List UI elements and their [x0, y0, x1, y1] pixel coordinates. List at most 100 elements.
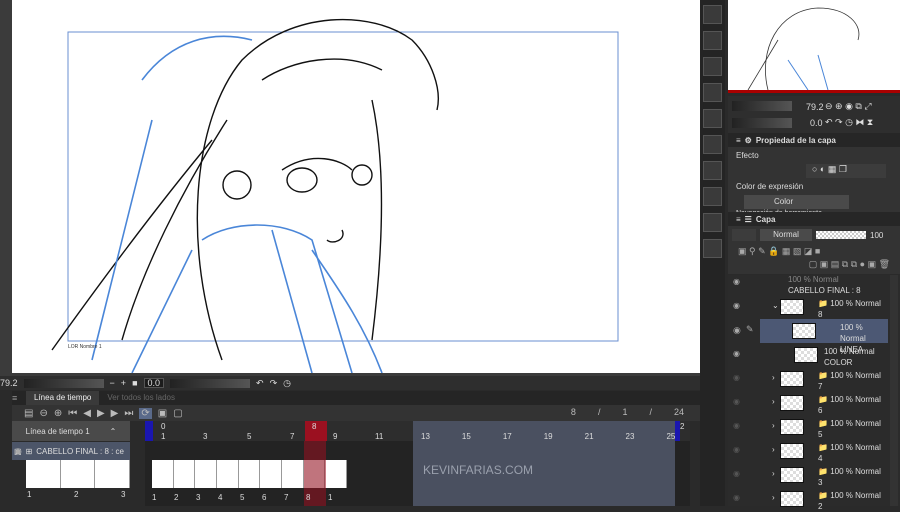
layer-row[interactable]: ◉ ⌄ 📁 100 % Normal 8 — [728, 295, 888, 319]
prev-frame-icon[interactable]: ◀ — [83, 408, 91, 419]
thumb-number: 1 — [27, 490, 32, 499]
zoom-out-timeline-icon[interactable]: ⊖ — [39, 408, 47, 419]
layer-name: 7 — [818, 382, 823, 391]
layer-type-toggle[interactable] — [732, 229, 756, 241]
layer-row[interactable]: ◉ › 📁 100 % Normal 7 — [728, 367, 888, 391]
layer-name: 8 — [818, 310, 823, 319]
navigator-zoom-value: 79.2 — [806, 102, 824, 112]
thumb-number: 2 — [74, 490, 79, 499]
layer-scrollbar[interactable] — [890, 275, 898, 506]
rotation-field[interactable]: 0.0 — [143, 378, 165, 388]
zoom-in-button[interactable]: + — [121, 378, 126, 388]
new-timeline-icon[interactable]: ▤ — [24, 408, 33, 419]
zoom-slider[interactable] — [23, 378, 104, 388]
panel-title: Capa — [755, 214, 776, 224]
menu-icon[interactable]: ≡ — [736, 136, 741, 145]
separator: / — [649, 407, 652, 417]
menu-icon[interactable]: ≡ — [736, 215, 741, 224]
layer-thumbnails — [26, 460, 131, 488]
tool-button[interactable] — [703, 135, 722, 154]
sketch-drawing: LOR Nombre 1 — [51, 18, 619, 373]
new-cel-icon[interactable]: ▣ — [158, 408, 167, 419]
tool-button[interactable] — [703, 161, 722, 180]
fit-button[interactable]: ■ — [132, 378, 137, 388]
tool-button[interactable] — [703, 213, 722, 232]
blend-mode-select[interactable]: Normal — [760, 229, 812, 241]
layer-props: 100 % Normal — [830, 371, 881, 380]
layer-row[interactable]: ◉ 100 % Normal CABELLO FINAL : 8 — [728, 271, 888, 295]
drawing-canvas[interactable]: LOR Nombre 1 — [12, 0, 700, 373]
layer-row[interactable]: ◉ › 📁 100 % Normal 2 — [728, 487, 888, 511]
layer-name: CABELLO FINAL : 8 — [788, 286, 861, 295]
eye-icon[interactable]: ◉ — [14, 446, 22, 457]
layer-name: 4 — [818, 454, 823, 463]
color-expression-select[interactable]: Color — [744, 195, 849, 209]
ruler-tick: 23 — [625, 432, 635, 441]
layer-actions[interactable]: ▢ ▣ ▤ ⧉ ⧉ ● ▣ 🗑 — [728, 259, 900, 270]
cel-numbers: 1 2 3 4 5 6 7 8 1 — [152, 493, 352, 502]
tool-button[interactable] — [703, 109, 722, 128]
play-icon[interactable]: ▶ — [97, 408, 105, 419]
tool-button[interactable] — [703, 57, 722, 76]
first-frame-icon[interactable]: ⏮ — [68, 408, 77, 419]
close-icon[interactable] — [703, 5, 722, 24]
layer-panel-header: ≡ ☰ Capa Normal 100 ▣ ⚲ ✎ 🔒 ▦ ▧ ◪ ■ ▢ ▣ ▤ … — [728, 212, 900, 274]
rotation-slider[interactable] — [170, 378, 251, 388]
timeline-toolbar: ▤ ⊖ ⊕ ⏮ ◀ ▶ ▶ ⏭ ⟳ ▣ ▢ 8 / 1 / 24 — [12, 405, 702, 421]
timeline-select[interactable]: Línea de tiempo 1 ⌃ — [12, 421, 130, 441]
layer-props: 100 % Normal — [830, 443, 881, 452]
eye-icon[interactable]: ◉ — [733, 325, 741, 336]
frame-current: 8 — [570, 407, 576, 417]
start-marker[interactable] — [145, 421, 153, 441]
tool-button[interactable] — [703, 239, 722, 258]
zoom-value[interactable]: 79.2 — [0, 378, 18, 388]
expand-icon[interactable]: ⊞ — [26, 447, 33, 456]
ruler-tick: 17 — [502, 432, 512, 441]
menu-icon[interactable]: ≡ — [12, 393, 26, 403]
navigator-rotation-slider[interactable] — [732, 118, 792, 128]
layer-row[interactable]: ◉ › 📁 100 % Normal 3 — [728, 463, 888, 487]
navigator-zoom-slider[interactable] — [732, 101, 792, 111]
layer-name: COLOR — [824, 358, 853, 367]
layer-row[interactable]: ◉ 100 % Normal COLOR — [728, 343, 888, 367]
out-of-range-area: 13 15 17 19 21 23 25 KEVINFARIAS.COM — [413, 421, 675, 506]
zoom-buttons[interactable]: ⊖ ⊕ ◉ ⧉ ⤢ — [825, 101, 872, 112]
layer-props: 100 % Normal — [830, 419, 881, 428]
tab-timeline[interactable]: Línea de tiempo — [26, 391, 100, 405]
timeline-layer-header[interactable]: ▣ ⊞ CABELLO FINAL : 8 : ce — [12, 442, 130, 460]
rotate-right-icon[interactable]: ↷ — [270, 378, 278, 389]
ruler-tick: 25 — [666, 432, 676, 441]
cel-number: 2 — [174, 493, 179, 502]
tool-button[interactable] — [703, 187, 722, 206]
onion-skin-icon[interactable]: ▢ — [173, 408, 182, 419]
tool-button[interactable] — [703, 31, 722, 50]
zoom-out-button[interactable]: − — [110, 378, 115, 388]
layer-row[interactable]: ◉ › 📁 100 % Normal 4 — [728, 439, 888, 463]
layer-row[interactable]: ◉ › 📁 100 % Normal 5 — [728, 415, 888, 439]
layer-row-selected[interactable]: 100 % Normal LINEA — [760, 319, 888, 354]
layer-name: 3 — [818, 478, 823, 487]
last-frame-icon[interactable]: ⏭ — [124, 408, 133, 419]
tool-button[interactable] — [703, 83, 722, 102]
tab-all-sides[interactable]: Ver todos los lados — [99, 391, 183, 405]
navigator-rotation-value: 0.0 — [810, 118, 823, 128]
separator: / — [597, 407, 601, 417]
reset-rotation-icon[interactable]: ◷ — [283, 378, 291, 389]
layer-props: 100 % Normal — [788, 275, 839, 284]
rotate-buttons[interactable]: ↶ ↷ ◷ ⧓ ⧗ — [825, 117, 873, 128]
panel-title: Propiedad de la capa — [755, 135, 836, 145]
layer-name: 5 — [818, 430, 823, 439]
next-frame-icon[interactable]: ▶ — [111, 408, 119, 419]
opacity-slider[interactable] — [816, 231, 866, 239]
opacity-value[interactable]: 100 — [870, 231, 883, 240]
loop-icon[interactable]: ⟳ — [139, 407, 152, 419]
zoom-in-timeline-icon[interactable]: ⊕ — [54, 408, 62, 419]
canvas-area[interactable]: LOR Nombre 1 — [0, 0, 700, 376]
rotate-left-icon[interactable]: ↶ — [256, 378, 264, 389]
watermark: KEVINFARIAS.COM — [423, 463, 534, 477]
pen-icon: ✎ — [746, 324, 754, 334]
effect-buttons[interactable]: ○ ◐ ▦ ❐ — [806, 164, 886, 178]
navigator-preview[interactable] — [728, 0, 900, 93]
layer-tools[interactable]: ▣ ⚲ ✎ 🔒 ▦ ▧ ◪ ■ — [728, 244, 900, 259]
layer-row[interactable]: ◉ › 📁 100 % Normal 6 — [728, 391, 888, 415]
